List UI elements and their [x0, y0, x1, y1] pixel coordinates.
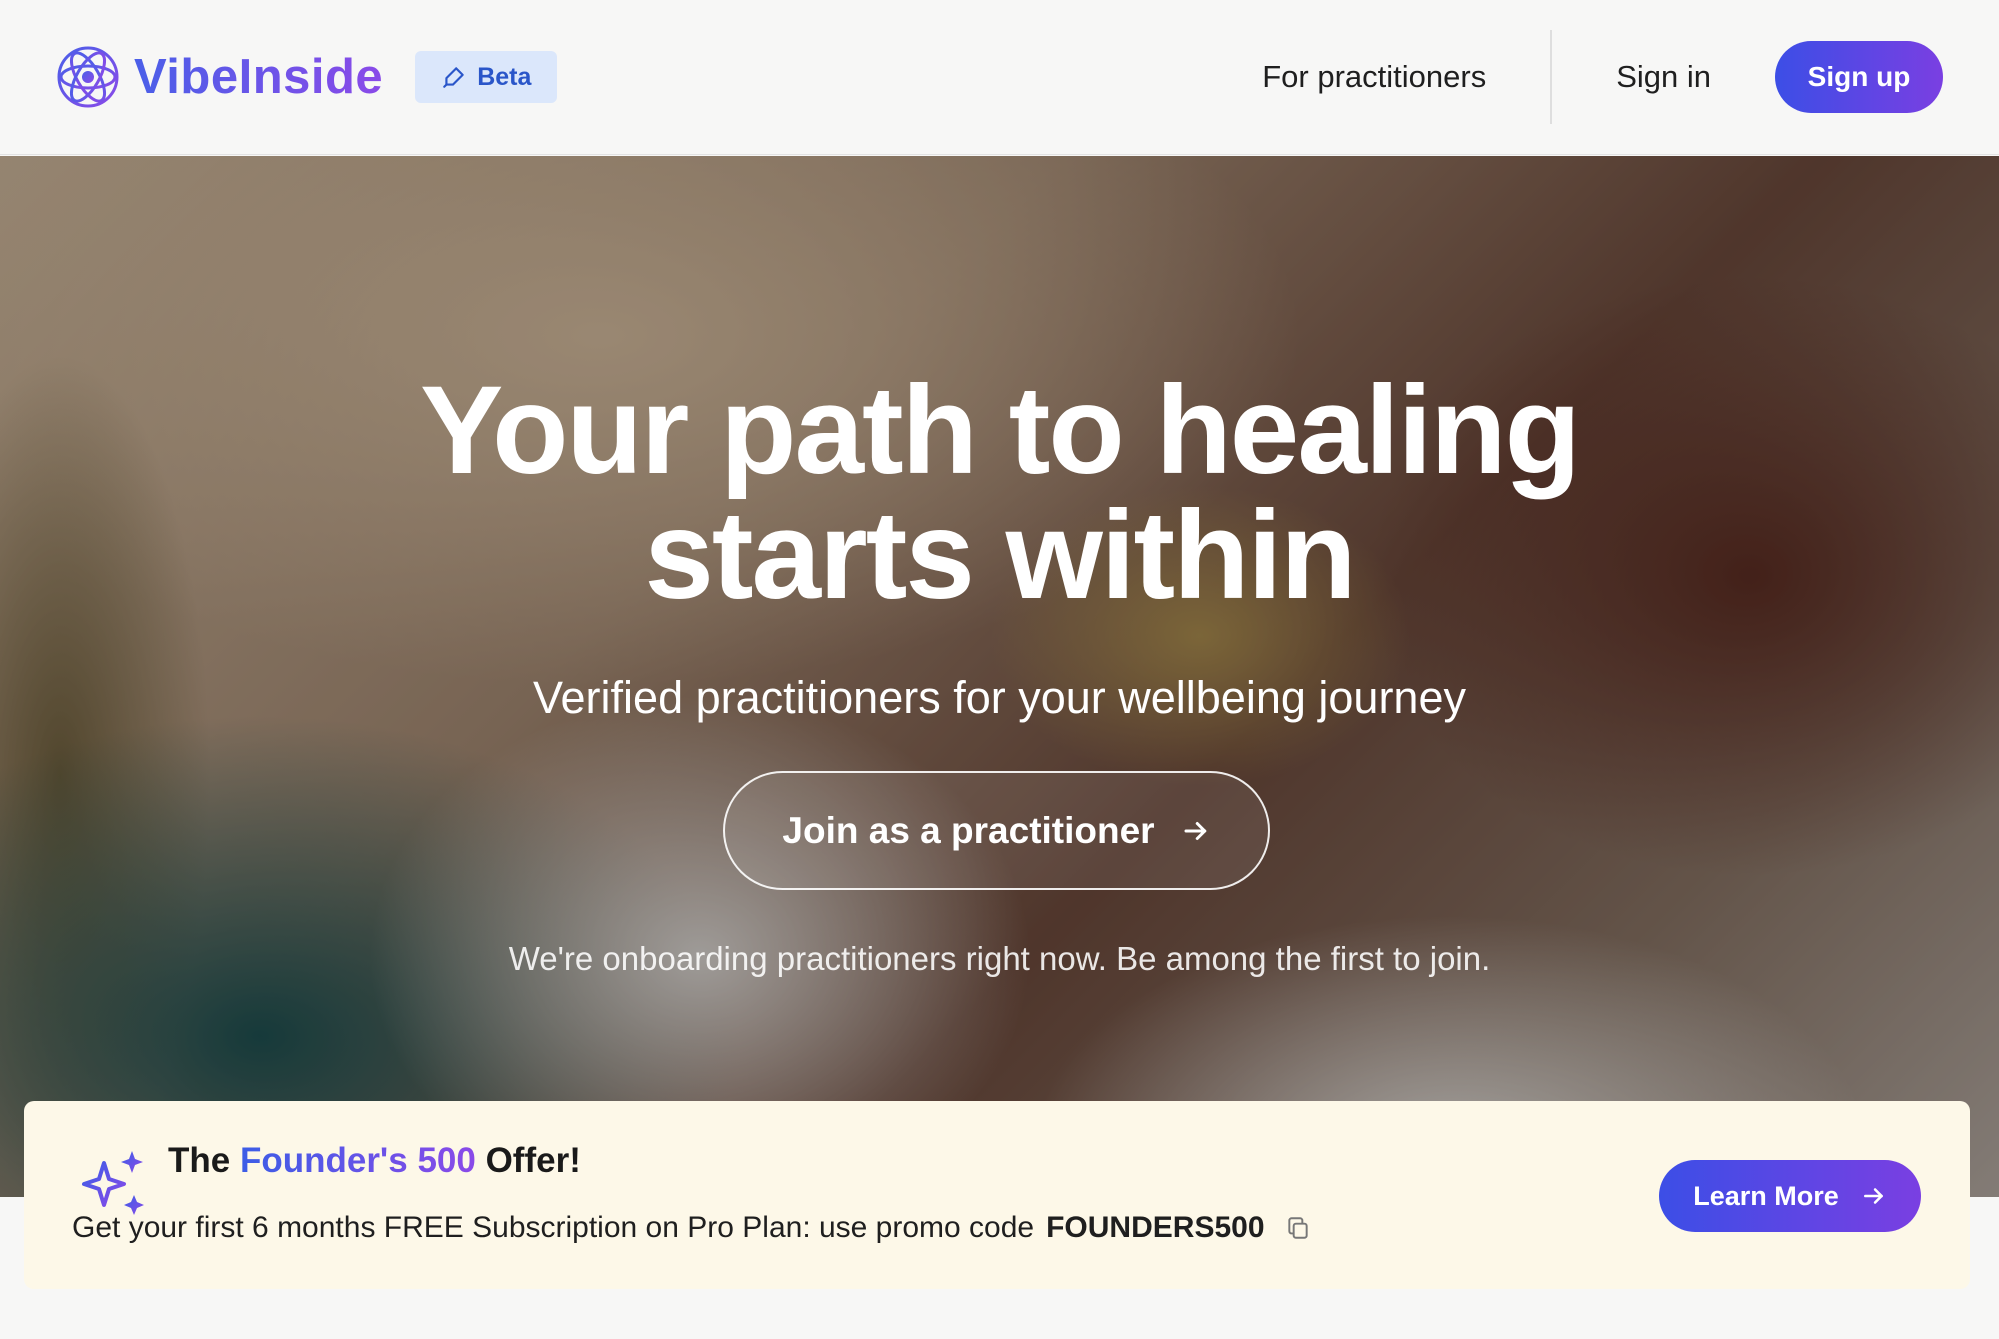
logo-text: VibeInside [134, 50, 384, 104]
sign-up-button[interactable]: Sign up [1775, 41, 1943, 113]
atom-logo-icon [57, 46, 119, 108]
promo-code: FOUNDERS500 [1046, 1211, 1265, 1244]
arrow-right-icon [1184, 821, 1206, 840]
offer-title-prefix: The [168, 1141, 240, 1180]
join-practitioner-label: Join as a practitioner [782, 809, 1155, 851]
nav-for-practitioners[interactable]: For practitioners [1262, 59, 1486, 95]
hero-section: Your path to healing starts within Verif… [0, 156, 1999, 1197]
learn-more-button[interactable]: Learn More [1659, 1160, 1921, 1232]
hero-subtitle: Verified practitioners for your wellbein… [533, 672, 1466, 723]
logo[interactable]: VibeInside [56, 45, 383, 109]
offer-description: Get your first 6 months FREE Subscriptio… [72, 1211, 1311, 1245]
offer-title-highlight: Founder's 500 [239, 1141, 476, 1180]
offer-description-text: Get your first 6 months FREE Subscriptio… [72, 1211, 1035, 1244]
offer-title-suffix: Offer! [475, 1141, 581, 1180]
join-practitioner-button[interactable]: Join as a practitioner [723, 771, 1270, 890]
beta-label: Beta [477, 62, 532, 91]
nav-divider [1550, 30, 1553, 124]
sign-in-link[interactable]: Sign in [1616, 59, 1711, 95]
beta-badge: Beta [415, 51, 558, 103]
top-nav: For practitioners Sign in Sign up [1262, 0, 1943, 154]
pen-icon [443, 67, 464, 88]
hero-title-line2: starts within [644, 486, 1356, 625]
hero-title: Your path to healing starts within [0, 368, 1999, 618]
arrow-right-icon [1863, 1188, 1883, 1204]
hero-note: We're onboarding practitioners right now… [508, 940, 1491, 977]
learn-more-label: Learn More [1693, 1180, 1839, 1211]
site-header: VibeInside Beta For practitioners Sign i… [0, 0, 1999, 155]
offer-title: The Founder's 500 Offer! [168, 1141, 581, 1181]
hero-title-line1: Your path to healing [419, 361, 1581, 500]
founders-offer-banner: The Founder's 500 Offer! Get your first … [24, 1101, 1970, 1289]
copy-icon[interactable] [1285, 1215, 1311, 1241]
